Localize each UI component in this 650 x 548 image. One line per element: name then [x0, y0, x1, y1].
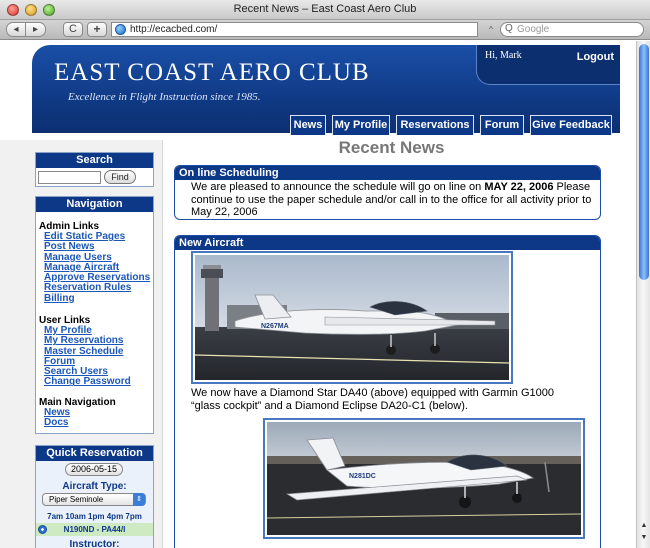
main-links: News Docs [44, 407, 70, 429]
tab-reservations[interactable]: Reservations [396, 115, 474, 135]
address-text: http://ecacbed.com/ [130, 24, 218, 35]
globe-icon [115, 24, 126, 35]
scroll-up-arrow-icon[interactable]: ▲ [637, 520, 650, 532]
aircraft-type-value: Piper Seminole [49, 495, 104, 504]
news-item-new-aircraft: New Aircraft N267MA We now have a Diamon… [174, 235, 601, 548]
aircraft-tail-number: N267MA [261, 323, 289, 330]
tab-give-feedback[interactable]: Give Feedback [530, 115, 612, 135]
aircraft-tail-number-2: N281DC [349, 473, 376, 480]
nav-link-change-password[interactable]: Change Password [44, 377, 131, 388]
page-title: Recent News [338, 138, 445, 157]
reservation-date-field[interactable]: 2006-05-15 [65, 463, 123, 476]
add-bookmark-icon[interactable]: + [87, 22, 107, 37]
browser-toolbar: ◂ ▸ C + http://ecacbed.com/ ^ Q Google [0, 20, 650, 40]
quick-reservation-box: Quick Reservation 2006-05-15 Aircraft Ty… [35, 445, 154, 548]
search-box-title: Search [36, 153, 153, 168]
site-tagline: Excellence in Flight Instruction since 1… [68, 91, 261, 103]
news-title: New Aircraft [175, 236, 600, 250]
nav-link-docs[interactable]: Docs [44, 417, 70, 428]
aircraft-photo-1: N267MA [195, 255, 509, 380]
aircraft-name: N190ND - PA44/I [63, 525, 126, 534]
scrollbar-thumb[interactable] [639, 44, 649, 280]
search-input[interactable] [38, 171, 101, 184]
news-body-date: MAY 22, 2006 [484, 181, 554, 193]
navigation-box-title: Navigation [36, 197, 153, 212]
title-bar: Recent News – East Coast Aero Club [0, 0, 650, 20]
news-body-text: We are pleased to announce the schedule … [191, 181, 485, 193]
news-item-online-scheduling: On line Scheduling We are pleased to ann… [174, 165, 601, 220]
window-title: Recent News – East Coast Aero Club [233, 3, 417, 15]
diamond-eclipse-photo: N281DC [263, 418, 585, 539]
user-links: My Profile My Reservations Master Schedu… [44, 325, 131, 388]
admin-links: Edit Static Pages Post News Manage Users… [44, 231, 150, 304]
quick-reservation-title: Quick Reservation [36, 446, 153, 461]
tab-my-profile[interactable]: My Profile [332, 115, 390, 135]
aircraft-row[interactable]: N190ND - PA44/I [36, 523, 153, 536]
main-content: Recent News On line Scheduling We are pl… [164, 133, 636, 548]
reload-icon[interactable]: C [63, 22, 83, 37]
user-box: Hi, Mark Logout [476, 45, 620, 85]
diamond-eclipse-illustration: N281DC [267, 422, 581, 535]
scroll-down-arrow-icon[interactable]: ▼ [637, 532, 650, 544]
news-title: On line Scheduling [175, 166, 600, 180]
tab-forum[interactable]: Forum [480, 115, 524, 135]
news-body: We now have a Diamond Star DA40 (above) … [191, 387, 554, 412]
instructor-label: Instructor: [69, 539, 120, 548]
aircraft-type-select[interactable]: Piper Seminole ⇕ [42, 493, 146, 506]
address-bar[interactable]: http://ecacbed.com/ [111, 22, 478, 37]
vertical-scrollbar[interactable]: ▲ ▼ [636, 41, 650, 548]
news-body: We are pleased to announce the schedule … [175, 180, 600, 219]
sidebar: Search Find Navigation Admin Links Edit … [0, 140, 163, 548]
search-box: Search Find [35, 152, 154, 187]
browser-window: Recent News – East Coast Aero Club ◂ ▸ C… [0, 0, 650, 548]
search-placeholder: Google [517, 24, 550, 35]
time-scale: 7am 10am 1pm 4pm 7pm [47, 512, 142, 521]
find-button[interactable]: Find [104, 170, 136, 184]
logout-link[interactable]: Logout [577, 51, 614, 63]
aircraft-type-label: Aircraft Type: [62, 481, 127, 492]
user-greeting: Hi, Mark [485, 50, 522, 61]
aircraft-radio[interactable] [38, 525, 47, 534]
tab-news[interactable]: News [290, 115, 326, 135]
navigation-box: Navigation Admin Links Edit Static Pages… [35, 196, 154, 434]
site-title: EAST COAST AERO CLUB [54, 59, 370, 86]
search-field[interactable]: Q Google [500, 22, 644, 37]
nav-link-billing[interactable]: Billing [44, 293, 150, 304]
diamond-star-illustration: N267MA [195, 255, 509, 380]
bookmark-dropdown-icon[interactable]: ^ [482, 22, 500, 37]
diamond-star-photo: N267MA [191, 251, 513, 384]
back-icon[interactable]: ◂ [6, 22, 26, 37]
aircraft-photo-2: N281DC [267, 422, 581, 535]
web-page: EAST COAST AERO CLUB Excellence in Fligh… [0, 41, 636, 548]
forward-icon[interactable]: ▸ [26, 22, 46, 37]
select-arrows-icon: ⇕ [133, 493, 145, 506]
search-icon: Q [505, 23, 513, 34]
